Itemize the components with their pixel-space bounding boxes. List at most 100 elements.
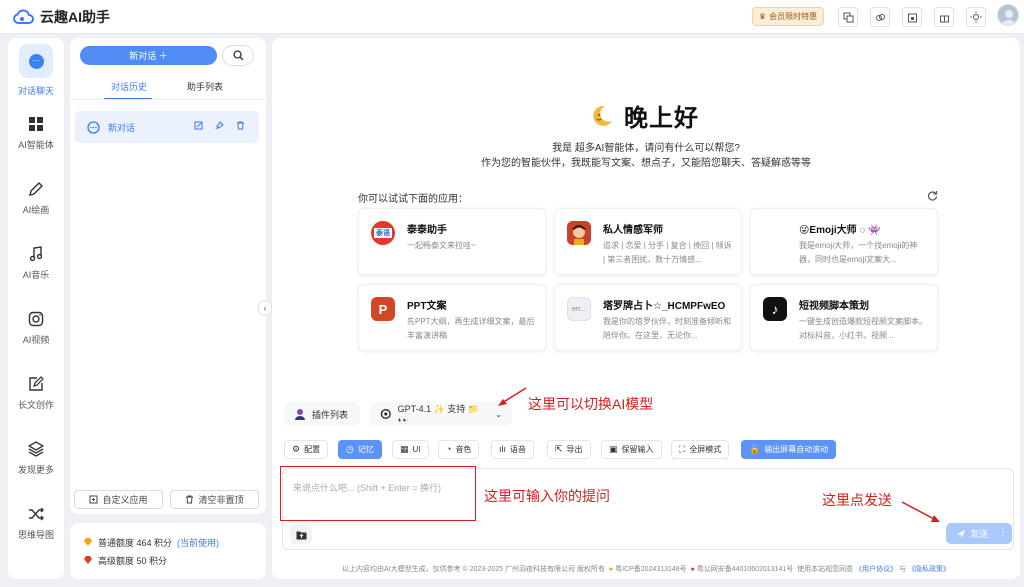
tab-history[interactable]: 对话历史: [111, 80, 147, 93]
rail-label: 发现更多: [17, 465, 54, 475]
greeting-text: 晚上好: [624, 105, 699, 132]
building-icon: [907, 13, 917, 22]
clear-unpinned-button[interactable]: 清空非置顶: [170, 490, 259, 509]
app-card-taitai[interactable]: 泰语 泰泰助手 一起畅泰文来拉哇~: [358, 208, 546, 275]
custom-app-button[interactable]: 自定义应用: [74, 490, 163, 509]
upload-button[interactable]: [290, 525, 312, 544]
pin-icon[interactable]: [215, 121, 224, 130]
conversation-item[interactable]: 新对话: [75, 111, 259, 143]
tool-config[interactable]: ⚙ 配置: [284, 440, 329, 459]
send-button[interactable]: 发送 ⋮: [946, 523, 1012, 544]
app-download-button[interactable]: [902, 7, 922, 27]
app-card-tarot[interactable]: err... 塔罗牌占卜☆_HCMPFwEO 我是你的塔罗伙伴，时刻准备倾听和陪…: [554, 284, 742, 351]
app-card-emotion[interactable]: 私人情感军师 追求 | 恋爱 | 分手 | 复合 | 挽回 | 倾诉 | 第三者…: [554, 208, 742, 275]
sunglasses-emoji-icon: 😎: [764, 222, 786, 245]
link-icon: [875, 13, 885, 21]
tool-memory[interactable]: ◷ 记忆: [338, 440, 382, 459]
app-card-desc: 我是emoji大师，一个找emoji的神器，同时也是emoji文案大...: [799, 241, 918, 264]
tool-label: 配置: [304, 445, 321, 454]
current-use-link[interactable]: (当前使用): [177, 536, 219, 549]
doc-plus-icon: [89, 495, 98, 504]
theme-toggle-button[interactable]: [966, 7, 986, 27]
tool-ui[interactable]: ▦ UI: [392, 440, 429, 459]
collapse-sidebar-button[interactable]: ‹: [258, 300, 272, 316]
tool-fullscreen[interactable]: ⛶ 全屏模式: [671, 440, 730, 459]
model-label: GPT-4.1 ✨ 支持 📁 👀: [397, 404, 479, 425]
intro-line-1: 我是 超多AI智能体，请问有什么可以帮您?: [552, 143, 740, 154]
search-button[interactable]: [222, 45, 254, 66]
taitai-icon: 泰语: [371, 221, 395, 245]
rail-item-drawing[interactable]: AI绘画: [8, 181, 64, 216]
conversation-title: 新对话: [108, 122, 136, 133]
app-card-shortvideo[interactable]: ♪ 短视频脚本策划 一键生成创造爆款短视频文案脚本。对标抖音，小红书，视频...: [750, 284, 938, 351]
tool-label: 导出: [566, 445, 583, 454]
rail-label: AI视频: [22, 335, 50, 345]
tool-voice-tone[interactable]: ◔ 音色: [438, 440, 480, 459]
rail-item-longform[interactable]: 长文创作: [8, 376, 64, 411]
app-title: 云趣AI助手: [40, 9, 110, 25]
conversation-sidebar: 新对话 ＋ 对话历史 助手列表 新对话 自定义应用 清空非置顶: [70, 38, 266, 514]
trash-icon[interactable]: [236, 121, 245, 130]
new-chat-button[interactable]: 新对话 ＋: [80, 46, 217, 65]
rail-item-discover[interactable]: 发现更多: [8, 441, 64, 476]
translate-button[interactable]: [838, 7, 858, 27]
waveform-icon: ılı: [499, 444, 507, 454]
send-options-icon[interactable]: ⋮: [998, 527, 1008, 538]
app-card-ppt[interactable]: P PPT文案 先PPT大纲，再生成详细文案，最后丰富演讲稿: [358, 284, 546, 351]
rail-label: 对话聊天: [17, 86, 54, 96]
chevron-left-icon: ‹: [263, 303, 267, 313]
rail-item-chat[interactable]: ··· 对话聊天: [8, 44, 64, 97]
tool-speech[interactable]: ılı 语音: [491, 440, 535, 459]
tool-label: 音色: [455, 445, 472, 454]
app-card-desc: 一起畅泰文来拉哇~: [407, 241, 476, 250]
rail-item-mindmap[interactable]: 思维导图: [8, 506, 64, 541]
folder-upload-icon: [296, 531, 306, 539]
chevron-down-icon: ⌄: [495, 409, 502, 419]
app-logo[interactable]: 云趣AI助手: [12, 7, 110, 27]
app-card-title: 😜Emoji大师 ◌ 👾: [799, 225, 881, 236]
tool-export[interactable]: ⇱ 导出: [547, 440, 591, 459]
grid-icon: [29, 117, 43, 131]
tab-assistants[interactable]: 助手列表: [187, 80, 223, 93]
save-icon: ▣: [609, 444, 618, 454]
privacy-policy-link[interactable]: 《隐私政策》: [908, 566, 950, 573]
tool-keep-input[interactable]: ▣ 保留输入: [601, 440, 662, 459]
rail-label: AI智能体: [18, 140, 54, 150]
advanced-quota: 高级额度 50 积分: [98, 555, 168, 566]
plugin-list-label: 插件列表: [312, 409, 349, 420]
sun-icon: [970, 11, 982, 23]
tarot-placeholder-icon: err...: [567, 297, 591, 321]
edit-icon[interactable]: [194, 121, 203, 130]
rail-item-agents[interactable]: AI智能体: [8, 116, 64, 151]
plugin-list-button[interactable]: 插件列表: [284, 402, 360, 426]
refresh-apps-button[interactable]: [927, 190, 938, 201]
police-badge-icon: ●: [690, 566, 695, 573]
tool-label: 输出屏幕自动滚动: [764, 445, 829, 454]
app-card-emoji[interactable]: 😎 😜Emoji大师 ◌ 👾 我是emoji大师，一个找emoji的神器，同时也…: [750, 208, 938, 275]
tool-label: 保留输入: [621, 445, 654, 454]
member-promo-button[interactable]: ♛ 会员限时特惠: [752, 7, 825, 26]
user-agreement-link[interactable]: 《用户协议》: [855, 566, 897, 573]
footer-icp[interactable]: 粤ICP备2024313148号: [615, 566, 687, 573]
tab-divider: [70, 99, 266, 100]
gift-button[interactable]: [934, 7, 954, 27]
user-avatar[interactable]: [997, 4, 1019, 26]
advanced-quota-row: 高级额度 50 积分: [83, 551, 266, 569]
annotation-arrow-model: [498, 387, 527, 406]
app-card-title: 私人情感军师: [603, 225, 663, 236]
top-bar: 云趣AI助手 ♛ 会员限时特惠: [0, 0, 1024, 34]
link-button[interactable]: [870, 7, 890, 27]
tool-auto-scroll[interactable]: 🔒 输出屏幕自动滚动: [741, 440, 837, 459]
rail-item-video[interactable]: AI视频: [8, 311, 64, 346]
model-select[interactable]: GPT-4.1 ✨ 支持 📁 👀 ⌄: [370, 402, 512, 426]
app-card-title: 泰泰助手: [407, 225, 447, 236]
red-gem-icon: [84, 556, 92, 564]
rail-item-music[interactable]: AI音乐: [8, 246, 64, 281]
app-card-desc: 一键生成创造爆款短视频文案脚本。对标抖音，小红书，视频...: [799, 317, 927, 340]
footer-consent: 使用本站视您同意: [797, 566, 854, 573]
emotion-advisor-icon: [567, 221, 591, 245]
footer-and: 与: [899, 566, 907, 573]
footer-gongan[interactable]: 粤公网安备44010602013141号: [697, 566, 794, 573]
export-icon: ⇱: [555, 444, 563, 454]
chat-bubble-icon: [87, 120, 100, 134]
